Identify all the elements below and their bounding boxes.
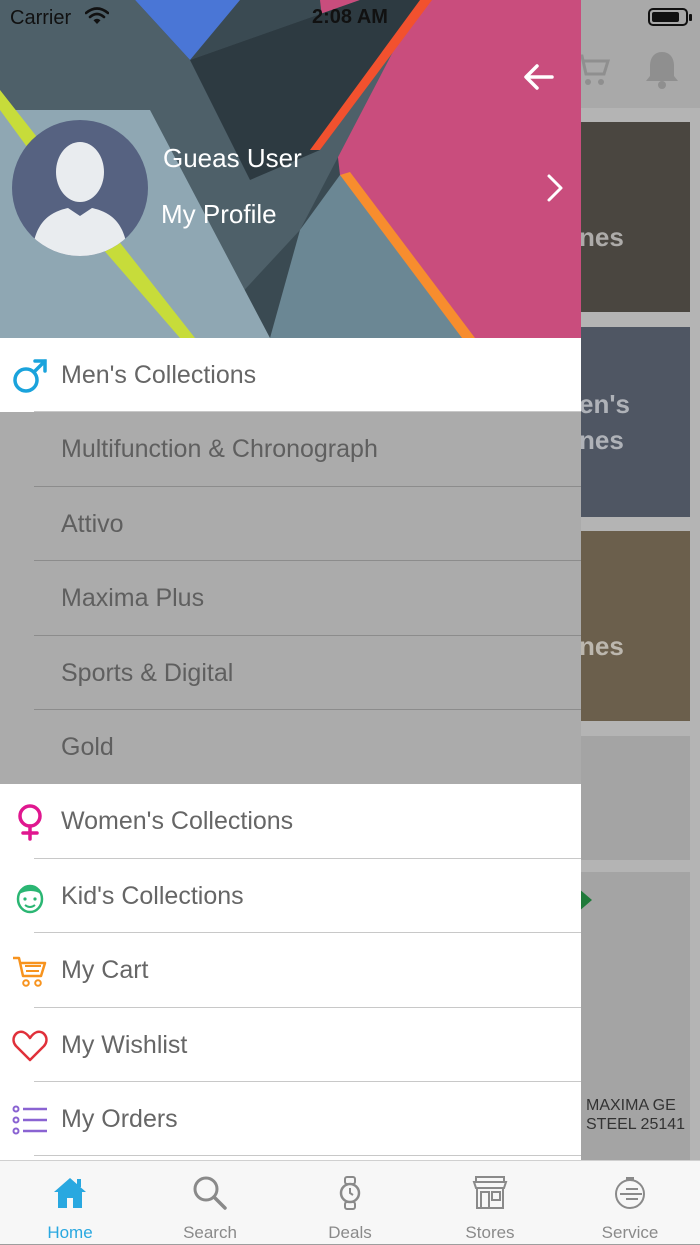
submenu-item-maxima-plus[interactable]: Maxima Plus (0, 561, 581, 636)
carrier-label: Carrier (10, 7, 72, 29)
submenu-item-sports-digital[interactable]: Sports & Digital (0, 635, 581, 710)
menu-item-my-cart[interactable]: My Cart (0, 933, 581, 1008)
list-icon (12, 1105, 47, 1135)
submenu-item-attivo[interactable]: Attivo (0, 486, 581, 562)
tab-deals[interactable]: Deals (280, 1161, 420, 1245)
collection-banner[interactable] (581, 736, 690, 860)
product-title: MAXIMA GE STEEL 25141 (586, 1096, 700, 1134)
tab-service[interactable]: Service (560, 1161, 700, 1245)
service-icon (615, 1177, 645, 1209)
user-silhouette-icon (32, 142, 128, 256)
wifi-icon (85, 7, 109, 24)
drawer-menu: Men's Collections Multifunction & Chrono… (0, 338, 581, 1157)
watch-icon (339, 1176, 361, 1210)
collection-banner[interactable]: nes (581, 122, 690, 312)
tab-label: Service (601, 1223, 659, 1242)
menu-item-label: My Cart (61, 956, 149, 985)
search-icon (193, 1176, 227, 1210)
collection-banner[interactable]: nes (581, 531, 690, 721)
male-symbol-icon (13, 359, 47, 393)
status-bar: Carrier 2:08 AM (0, 0, 700, 36)
tab-label: Search (183, 1223, 237, 1242)
chevron-right-icon[interactable] (540, 170, 570, 206)
product-title-line: STEEL 25141 (586, 1116, 686, 1133)
cart-icon (13, 956, 47, 987)
tab-label: Home (47, 1223, 93, 1242)
tab-search[interactable]: Search (140, 1161, 280, 1245)
user-name: Gueas User (163, 143, 302, 173)
menu-item-kids-collections[interactable]: Kid's Collections (0, 858, 581, 934)
menu-item-label: My Wishlist (61, 1030, 188, 1059)
banner-text: nes (581, 631, 624, 661)
drawer-header: Gueas User My Profile (0, 0, 581, 338)
female-symbol-icon (18, 804, 42, 842)
menu-item-label: My Orders (61, 1104, 178, 1133)
battery-icon (648, 8, 692, 26)
my-profile-link[interactable]: My Profile (161, 199, 277, 230)
clock: 2:08 AM (312, 6, 388, 28)
menu-item-label: Multifunction & Chronograph (61, 435, 378, 464)
menu-item-my-wishlist[interactable]: My Wishlist (0, 1007, 581, 1082)
battery-level (652, 12, 679, 22)
tab-home[interactable]: Home (0, 1161, 140, 1245)
menu-item-womens-collections[interactable]: Women's Collections (0, 784, 581, 859)
bell-icon (646, 52, 678, 89)
heart-icon (12, 1030, 48, 1061)
tab-bar: Home Search Deals Stores Service (0, 1160, 700, 1244)
submenu-item-multifunction-chronograph[interactable]: Multifunction & Chronograph (0, 412, 581, 487)
collection-banner[interactable]: en's nes (581, 327, 690, 517)
store-icon (472, 1176, 508, 1209)
tab-label: Deals (328, 1223, 372, 1242)
menu-item-label: Women's Collections (61, 807, 294, 836)
submenu-item-gold[interactable]: Gold (0, 709, 581, 785)
menu-item-label: Attivo (61, 509, 124, 538)
product-title-line: MAXIMA GE (586, 1097, 676, 1114)
menu-item-label: Gold (61, 732, 114, 761)
home-icon (54, 1178, 86, 1208)
back-arrow-icon[interactable] (520, 58, 558, 96)
menu-item-label: Maxima Plus (61, 584, 205, 613)
banner-text: en's (581, 389, 630, 419)
banner-text: nes (581, 425, 624, 455)
navigation-drawer: Gueas User My Profile Men's Collections … (0, 0, 581, 1162)
tab-label: Stores (465, 1223, 515, 1242)
kid-face-icon (16, 884, 44, 913)
divider (34, 1155, 581, 1157)
menu-item-label: Men's Collections (61, 361, 257, 389)
tab-stores[interactable]: Stores (420, 1161, 560, 1245)
menu-item-label: Kid's Collections (61, 881, 244, 910)
menu-item-mens-collections[interactable]: Men's Collections (0, 338, 581, 413)
menu-item-my-orders[interactable]: My Orders (0, 1081, 581, 1157)
avatar[interactable] (12, 120, 148, 256)
banner-text: nes (581, 222, 624, 252)
menu-item-label: Sports & Digital (61, 658, 234, 687)
